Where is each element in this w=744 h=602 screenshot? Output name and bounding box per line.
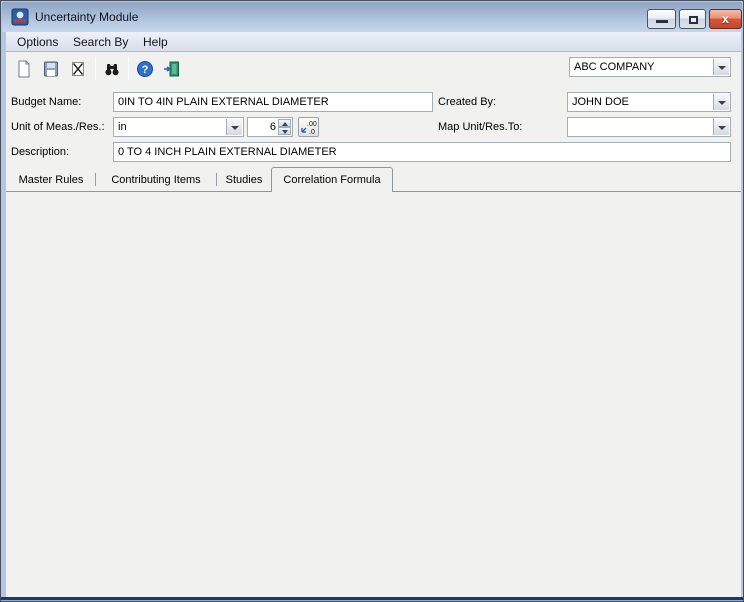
binoculars-icon bbox=[102, 59, 122, 79]
spinner-buttons bbox=[278, 119, 291, 135]
window-title: Uncertainty Module bbox=[35, 2, 138, 32]
help-button[interactable]: ? bbox=[134, 58, 156, 80]
spin-up-button[interactable] bbox=[278, 119, 291, 127]
app-icon[interactable] bbox=[11, 8, 29, 26]
tab-correlation-formula[interactable]: Correlation Formula bbox=[271, 167, 393, 192]
chevron-down-icon bbox=[718, 126, 726, 130]
restore-button[interactable] bbox=[679, 9, 706, 29]
budget-name-input[interactable]: 0IN TO 4IN PLAIN EXTERNAL DIAMETER bbox=[113, 92, 433, 112]
created-by-value: JOHN DOE bbox=[572, 93, 712, 111]
toolbar-separator bbox=[95, 58, 96, 80]
close-button[interactable]: x bbox=[709, 9, 742, 29]
description-input[interactable]: 0 TO 4 INCH PLAIN EXTERNAL DIAMETER bbox=[113, 142, 731, 162]
window-frame-bottom bbox=[1, 597, 743, 601]
tabstrip: Master Rules Contributing Items Studies … bbox=[6, 167, 741, 192]
client-area: Options Search By Help bbox=[6, 32, 741, 597]
created-by-combo[interactable]: JOHN DOE bbox=[567, 92, 731, 112]
resolution-value: 6 bbox=[250, 118, 276, 136]
decimal-precision-button[interactable]: .00 .0 bbox=[298, 117, 319, 137]
decimal-precision-icon: .00 .0 bbox=[299, 118, 318, 136]
save-icon bbox=[41, 59, 61, 79]
uncertainty-module-window: Uncertainty Module x Options Search By H… bbox=[0, 0, 744, 602]
map-unit-dropdown[interactable] bbox=[713, 119, 729, 135]
svg-text:.00: .00 bbox=[307, 121, 317, 128]
minimize-button[interactable] bbox=[647, 9, 676, 29]
tab-separator bbox=[216, 173, 217, 186]
budget-name-label: Budget Name: bbox=[11, 92, 81, 112]
menu-options[interactable]: Options bbox=[12, 32, 63, 52]
triangle-up-icon bbox=[282, 122, 288, 126]
save-button[interactable] bbox=[40, 58, 62, 80]
description-value: 0 TO 4 INCH PLAIN EXTERNAL DIAMETER bbox=[118, 143, 728, 161]
chevron-down-icon bbox=[231, 126, 239, 130]
chevron-down-icon bbox=[718, 101, 726, 105]
main-toolbar: ? ABC COMPANY bbox=[6, 53, 741, 86]
menubar: Options Search By Help bbox=[6, 32, 741, 52]
map-unit-combo[interactable] bbox=[567, 117, 731, 137]
company-combo[interactable]: ABC COMPANY bbox=[569, 57, 731, 77]
menu-search-by[interactable]: Search By bbox=[68, 32, 133, 52]
budget-name-value: 0IN TO 4IN PLAIN EXTERNAL DIAMETER bbox=[118, 93, 430, 111]
titlebar[interactable]: Uncertainty Module x bbox=[2, 2, 742, 32]
spin-down-button[interactable] bbox=[278, 127, 291, 135]
delete-button[interactable] bbox=[67, 58, 89, 80]
close-icon: x bbox=[710, 10, 741, 28]
map-unit-label: Map Unit/Res.To: bbox=[438, 117, 522, 137]
tab-studies[interactable]: Studies bbox=[220, 169, 268, 191]
exit-button[interactable] bbox=[161, 58, 183, 80]
menu-help[interactable]: Help bbox=[138, 32, 173, 52]
tab-separator bbox=[95, 173, 96, 186]
svg-text:.0: .0 bbox=[309, 129, 315, 136]
exit-door-icon bbox=[162, 59, 182, 79]
find-button[interactable] bbox=[101, 58, 123, 80]
resolution-spinner[interactable]: 6 bbox=[247, 117, 293, 137]
unit-label: Unit of Meas./Res.: bbox=[11, 117, 105, 137]
toolbar-separator bbox=[128, 58, 129, 80]
created-by-dropdown[interactable] bbox=[713, 94, 729, 110]
minimize-icon bbox=[656, 20, 668, 23]
triangle-down-icon bbox=[282, 130, 288, 134]
description-label: Description: bbox=[11, 142, 69, 162]
chevron-down-icon bbox=[718, 66, 726, 70]
svg-text:?: ? bbox=[142, 64, 149, 76]
company-combo-dropdown[interactable] bbox=[713, 59, 729, 75]
tab-master-rules[interactable]: Master Rules bbox=[11, 169, 91, 191]
new-document-icon bbox=[14, 59, 34, 79]
unit-dropdown[interactable] bbox=[226, 119, 242, 135]
correlation-formula-page bbox=[6, 191, 741, 597]
help-icon: ? bbox=[135, 59, 155, 79]
unit-combo[interactable]: in bbox=[113, 117, 244, 137]
restore-icon bbox=[689, 16, 698, 24]
unit-value: in bbox=[118, 118, 225, 136]
delete-icon bbox=[68, 59, 88, 79]
created-by-label: Created By: bbox=[438, 92, 496, 112]
tab-contributing-items[interactable]: Contributing Items bbox=[100, 169, 212, 191]
company-combo-value: ABC COMPANY bbox=[574, 58, 712, 76]
new-button[interactable] bbox=[13, 58, 35, 80]
